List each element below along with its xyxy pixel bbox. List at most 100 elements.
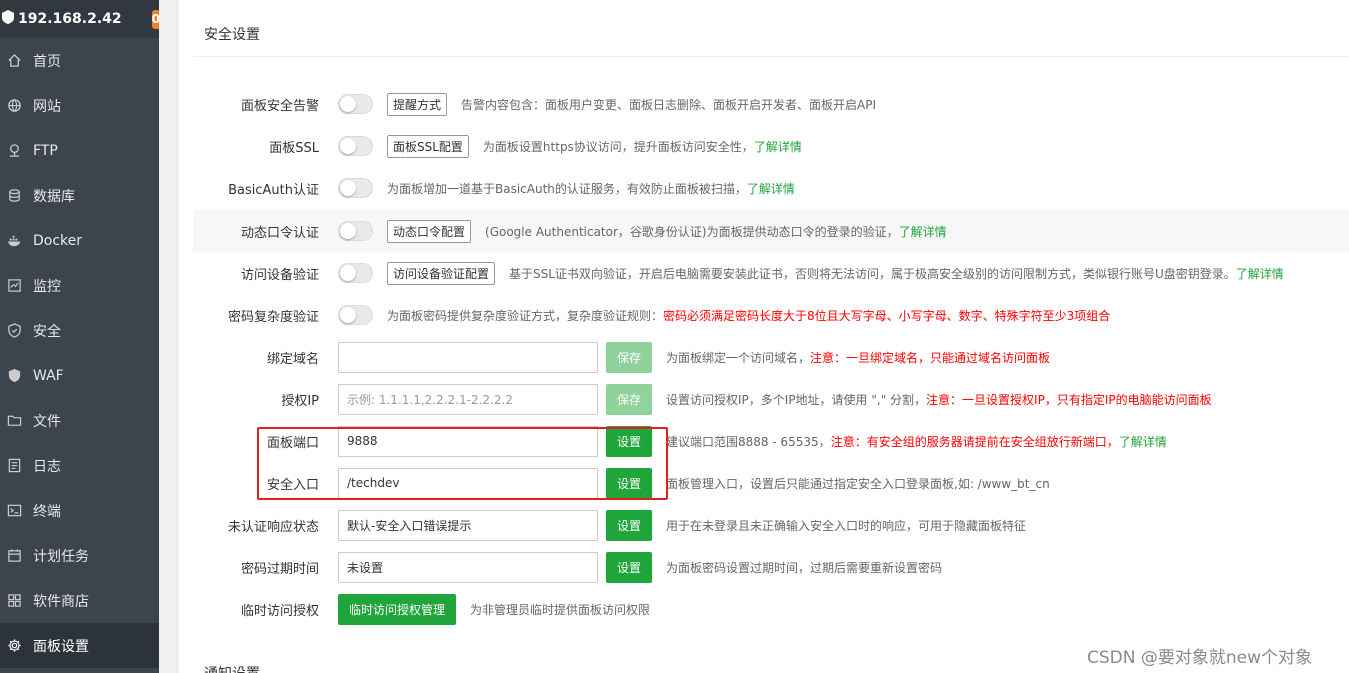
server-header: 192.168.2.42 0: [0, 0, 160, 38]
device-verify-config-button[interactable]: 访问设备验证配置: [387, 261, 496, 285]
sidebar-item-home[interactable]: 首页: [0, 38, 159, 83]
sidebar-item-label: 文件: [33, 413, 61, 430]
sidebar-item-label: 计划任务: [33, 548, 89, 565]
setting-row-panel-port: 面板端口 9888 设置 建议端口范围8888 - 65535，注意：有安全组的…: [193, 420, 1349, 462]
password-expire-input[interactable]: 未设置: [338, 551, 598, 583]
sidebar-item-database[interactable]: 数据库: [0, 173, 159, 218]
setting-desc: 为面板增加一道基于BasicAuth的认证服务，有效防止面板被扫描，了解详情: [387, 180, 795, 197]
setting-row-basic-auth: BasicAuth认证 为面板增加一道基于BasicAuth的认证服务，有效防止…: [193, 167, 1349, 209]
sidebar-item-label: 首页: [33, 53, 61, 70]
panel-alert-toggle[interactable]: [338, 94, 373, 114]
setting-label: 动态口令认证: [240, 225, 319, 241]
sidebar-item-terminal[interactable]: 终端: [0, 488, 159, 533]
sidebar-item-store[interactable]: 软件商店: [0, 578, 159, 623]
setting-desc: 为面板设置https协议访问，提升面板访问安全性，了解详情: [483, 138, 802, 155]
docker-icon: [6, 233, 22, 249]
monitor-icon: [6, 278, 22, 294]
desc-text: 设置访问授权IP，多个IP地址，请使用 "," 分割，: [666, 392, 927, 407]
section-title: 安全设置: [204, 27, 260, 43]
desc-text: 为面板设置https协议访问，提升面板访问安全性，: [482, 139, 754, 154]
setting-row-safe-entry: 安全入口 /techdev 设置 面板管理入口，设置后只能通过指定安全入口登录面…: [193, 462, 1349, 504]
sidebar-item-waf[interactable]: WAF: [0, 353, 159, 398]
setting-desc: 为面板密码提供复杂度验证方式，复杂度验证规则：密码必须满足密码长度大于8位且大写…: [387, 307, 1110, 324]
setting-row-device-verify: 访问设备验证 访问设备验证配置 基于SSL证书双向验证，开启后电脑需要安装此证书…: [193, 252, 1349, 294]
section-divider: [193, 56, 1349, 57]
warning-text: 注意：有安全组的服务器请提前在安全组放行新端口，: [830, 434, 1119, 449]
sidebar-item-label: 终端: [33, 503, 61, 520]
setting-label: 面板端口: [266, 435, 319, 451]
sidebar-item-ftp[interactable]: FTP: [0, 128, 159, 173]
sidebar-item-label: 监控: [33, 278, 61, 295]
safe-entry-input[interactable]: /techdev: [338, 467, 598, 499]
setting-row-password-complexity: 密码复杂度验证 为面板密码提供复杂度验证方式，复杂度验证规则：密码必须满足密码长…: [193, 294, 1349, 336]
auth-ip-save-button[interactable]: 保存: [606, 383, 652, 415]
setting-row-unauth-response: 未认证响应状态 默认-安全入口错误提示 设置 用于在未登录且未正确输入安全入口时…: [193, 504, 1349, 546]
sidebar-item-label: 软件商店: [33, 593, 89, 610]
settings-panel: 安全设置 面板安全告警 提醒方式 告警内容包含：面板用户变更、面板日志删除、面板…: [179, 0, 1349, 673]
learn-more-link[interactable]: 了解详情: [1236, 267, 1284, 281]
sidebar-item-files[interactable]: 文件: [0, 398, 159, 443]
sidebar-item-label: Docker: [33, 232, 83, 249]
csdn-watermark: CSDN @要对象就new个对象: [1087, 648, 1313, 668]
desc-text: 基于SSL证书双向验证，开启后电脑需要安装此证书，否则将无法访问，属于极高安全级…: [509, 266, 1236, 281]
learn-more-link[interactable]: 了解详情: [1119, 435, 1167, 449]
setting-desc: 设置访问授权IP，多个IP地址，请使用 "," 分割，注意：一旦设置授权IP，只…: [666, 391, 1212, 408]
unauth-response-set-button[interactable]: 设置: [606, 509, 652, 541]
safe-entry-set-button[interactable]: 设置: [606, 467, 652, 499]
temp-access-manage-button[interactable]: 临时访问授权管理: [338, 593, 456, 625]
desc-text: 为面板绑定一个访问域名，: [666, 350, 811, 365]
content-gutter: [159, 0, 179, 673]
desc-text: 建议端口范围8888 - 65535，: [666, 434, 831, 449]
bind-domain-input[interactable]: [338, 341, 598, 373]
setting-desc: 用于在未登录且未正确输入安全入口时的响应，可用于隐藏面板特征: [666, 518, 1027, 533]
sidebar-item-label: 安全: [33, 323, 61, 340]
setting-row-dynamic-code: 动态口令认证 动态口令配置 (Google Authenticator，谷歌身份…: [193, 210, 1349, 252]
sidebar-item-monitor[interactable]: 监控: [0, 263, 159, 308]
sidebar-item-website[interactable]: 网站: [0, 83, 159, 128]
setting-desc: 基于SSL证书双向验证，开启后电脑需要安装此证书，否则将无法访问，属于极高安全级…: [509, 265, 1284, 282]
home-icon: [6, 53, 22, 69]
setting-desc: 为面板绑定一个访问域名，注意：一旦绑定域名，只能通过域名访问面板: [666, 349, 1050, 366]
grid-icon: [6, 593, 22, 609]
password-complexity-toggle[interactable]: [338, 305, 373, 325]
basic-auth-toggle[interactable]: [338, 178, 373, 198]
setting-desc: 告警内容包含：面板用户变更、面板日志删除、面板开启开发者、面板开启API: [461, 97, 877, 112]
sidebar-item-label: 日志: [33, 458, 61, 475]
calendar-icon: [6, 548, 22, 564]
setting-desc: (Google Authenticator，谷歌身份认证)为面板提供动态口令的登…: [485, 223, 947, 240]
gear-icon: [6, 638, 22, 654]
setting-label: 绑定域名: [266, 351, 319, 367]
globe-icon: [6, 98, 22, 114]
sidebar-item-docker[interactable]: Docker: [0, 218, 159, 263]
setting-label: 未认证响应状态: [227, 519, 319, 535]
password-expire-set-button[interactable]: 设置: [606, 551, 652, 583]
setting-label: 面板安全告警: [240, 98, 319, 114]
learn-more-link[interactable]: 了解详情: [747, 182, 795, 196]
alert-method-button[interactable]: 提醒方式: [387, 92, 448, 116]
learn-more-link[interactable]: 了解详情: [754, 140, 802, 154]
unauth-response-input[interactable]: 默认-安全入口错误提示: [338, 509, 598, 541]
auth-ip-input[interactable]: 示例: 1.1.1.1,2.2.2.1-2.2.2.2: [338, 383, 598, 415]
shield-icon: [6, 323, 22, 339]
waf-shield-icon: [6, 368, 22, 384]
dynamic-code-toggle[interactable]: [338, 221, 373, 241]
panel-port-set-button[interactable]: 设置: [606, 425, 652, 457]
device-verify-toggle[interactable]: [338, 263, 373, 283]
setting-label: 密码过期时间: [240, 561, 319, 577]
learn-more-link[interactable]: 了解详情: [899, 225, 947, 239]
ssl-config-button[interactable]: 面板SSL配置: [387, 134, 469, 158]
panel-ssl-toggle[interactable]: [338, 136, 373, 156]
sidebar-item-panel-settings[interactable]: 面板设置: [0, 623, 159, 668]
sidebar: 192.168.2.42 0 首页 网站 FTP 数据库 Docker 监控 安…: [0, 0, 160, 673]
panel-port-input[interactable]: 9888: [338, 425, 598, 457]
ftp-icon: [6, 143, 22, 159]
desc-text: (Google Authenticator，谷歌身份认证)为面板提供动态口令的登…: [485, 224, 899, 239]
dynamic-code-config-button[interactable]: 动态口令配置: [387, 219, 472, 243]
warning-text: 注意：一旦绑定域名，只能通过域名访问面板: [810, 350, 1051, 365]
setting-desc: 为面板密码设置过期时间，过期后需要重新设置密码: [666, 560, 943, 575]
setting-row-panel-ssl: 面板SSL 面板SSL配置 为面板设置https协议访问，提升面板访问安全性，了…: [193, 125, 1349, 167]
sidebar-item-logs[interactable]: 日志: [0, 443, 159, 488]
bind-domain-save-button[interactable]: 保存: [606, 341, 652, 373]
sidebar-item-cron[interactable]: 计划任务: [0, 533, 159, 578]
sidebar-item-security[interactable]: 安全: [0, 308, 159, 353]
